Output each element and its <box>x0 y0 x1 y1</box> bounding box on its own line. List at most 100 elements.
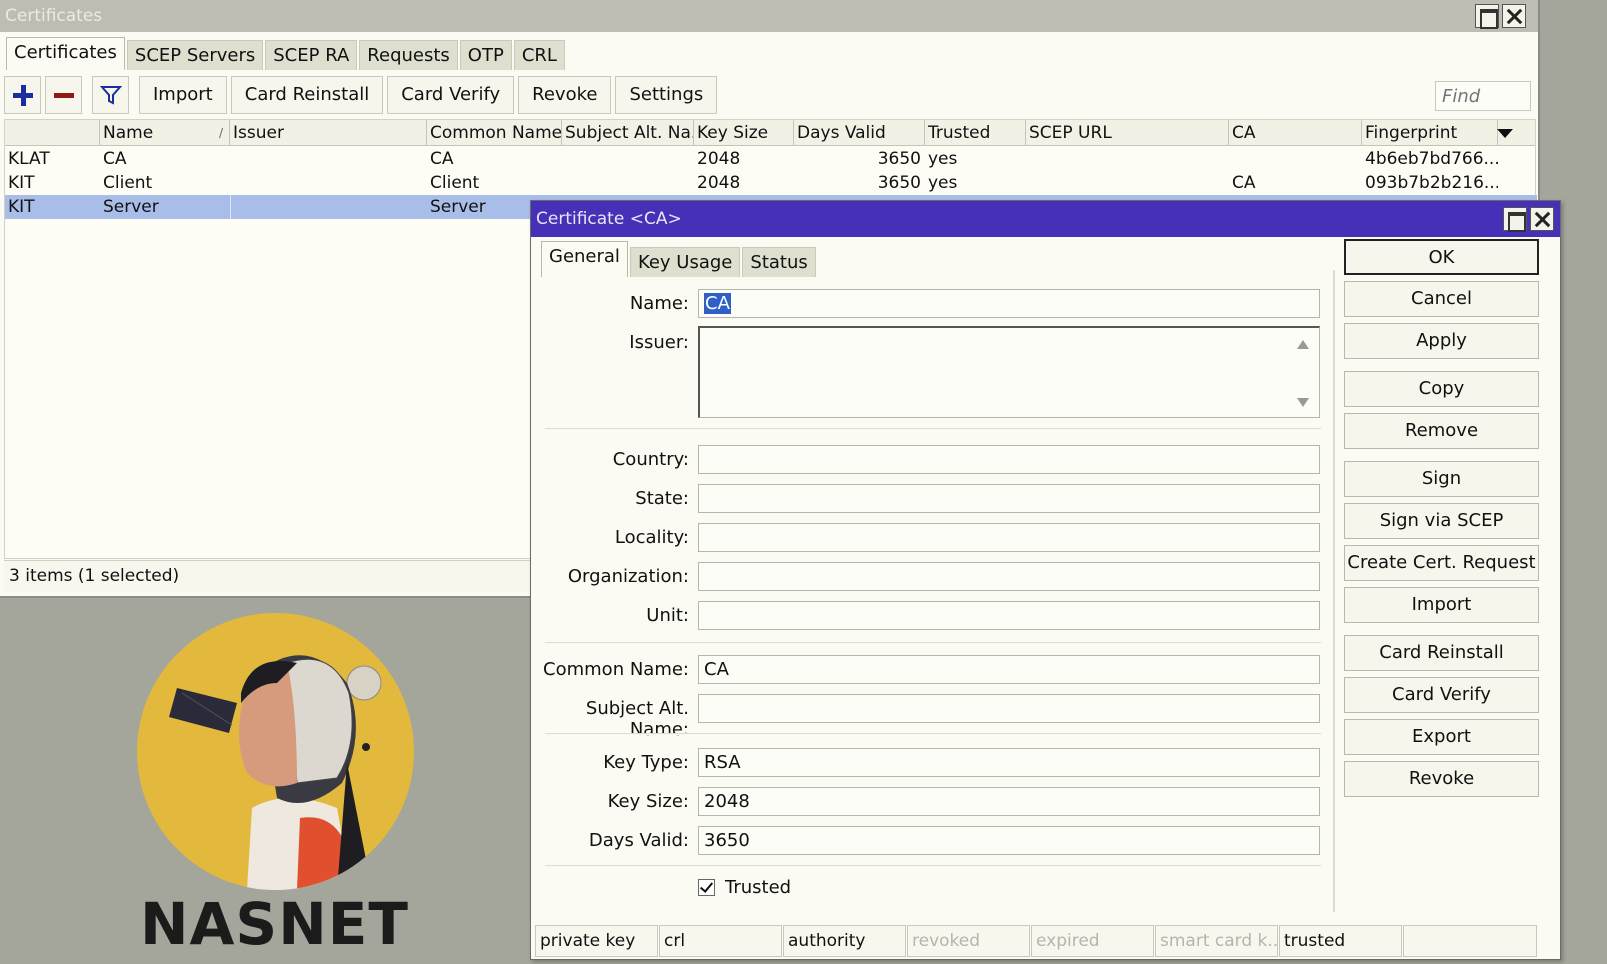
divider <box>545 733 1321 735</box>
column-ca[interactable]: CA <box>1229 120 1362 146</box>
flag-trusted: trusted <box>1279 925 1402 957</box>
close-icon[interactable] <box>1530 207 1554 231</box>
divider <box>545 428 1321 430</box>
cell-san <box>562 171 694 195</box>
column-scep-url[interactable]: SCEP URL <box>1026 120 1229 146</box>
logo-text: NASNET <box>140 890 409 958</box>
days-valid-field[interactable]: 3650 <box>698 826 1320 855</box>
column-subject-alt-name[interactable]: Subject Alt. Na... <box>562 120 694 146</box>
name-field[interactable]: CA <box>698 289 1320 318</box>
card-reinstall-button[interactable]: Card Reinstall <box>1344 635 1539 671</box>
import-button[interactable]: Import <box>139 76 227 114</box>
cancel-button[interactable]: Cancel <box>1344 281 1539 317</box>
dialog-titlebar[interactable]: Certificate <CA> <box>531 201 1560 237</box>
tab-scep-servers[interactable]: SCEP Servers <box>126 40 264 70</box>
minus-icon[interactable] <box>45 76 82 114</box>
column-name-label: Name <box>103 123 154 143</box>
column-days-valid[interactable]: Days Valid <box>794 120 925 146</box>
column-issuer[interactable]: Issuer <box>230 120 427 146</box>
table-row[interactable]: KIT Client Client 2048 3650 yes CA 093b7… <box>5 171 1537 195</box>
table-header: Name / Issuer Common Name Subject Alt. Na… <box>5 120 1535 146</box>
find-input[interactable] <box>1435 81 1531 111</box>
toolbar: Import Card Reinstall Card Verify Revoke… <box>4 76 718 114</box>
key-type-select[interactable]: RSA <box>698 748 1320 777</box>
column-flags[interactable] <box>5 120 100 146</box>
tab-requests[interactable]: Requests <box>359 40 458 70</box>
cell-trusted: yes <box>928 149 958 169</box>
ok-button[interactable]: OK <box>1344 239 1539 275</box>
cell-name: CA <box>103 149 127 169</box>
cell-flags: KLAT <box>8 149 50 169</box>
tab-otp[interactable]: OTP <box>459 40 512 70</box>
column-common-name[interactable]: Common Name <box>427 120 562 146</box>
locality-label: Locality: <box>614 527 689 548</box>
close-icon[interactable] <box>1502 4 1526 28</box>
unit-field[interactable] <box>698 601 1320 630</box>
cell-fingerprint: 093b7b2b216... <box>1365 173 1498 193</box>
revoke-button[interactable]: Revoke <box>518 76 612 114</box>
cell-scep-url <box>1026 171 1229 195</box>
table-row[interactable]: KLAT CA CA 2048 3650 yes 4b6eb7bd766... <box>5 147 1537 171</box>
divider <box>545 865 1321 867</box>
filter-icon[interactable] <box>92 76 129 114</box>
revoke-button[interactable]: Revoke <box>1344 761 1539 797</box>
tab-status[interactable]: Status <box>742 247 816 277</box>
key-size-label: Key Size: <box>607 791 689 812</box>
cell-issuer <box>230 171 427 195</box>
state-field[interactable] <box>698 484 1320 513</box>
cell-key-size: 2048 <box>697 149 741 169</box>
cell-ca: CA <box>1232 173 1256 193</box>
tab-certificates[interactable]: Certificates <box>6 37 125 70</box>
column-trusted[interactable]: Trusted <box>925 120 1026 146</box>
divider <box>1333 270 1335 912</box>
cell-days-valid: 3650 <box>877 173 921 193</box>
organization-field[interactable] <box>698 562 1320 591</box>
create-cert-request-button[interactable]: Create Cert. Request <box>1344 545 1539 581</box>
days-valid-label: Days Valid: <box>588 830 689 851</box>
settings-button[interactable]: Settings <box>615 76 718 114</box>
country-field[interactable] <box>698 445 1320 474</box>
cell-flags: KIT <box>8 173 35 193</box>
cell-ca <box>1229 147 1362 171</box>
export-button[interactable]: Export <box>1344 719 1539 755</box>
issuer-field[interactable] <box>698 326 1320 418</box>
tab-crl[interactable]: CRL <box>513 40 565 70</box>
sign-via-scep-button[interactable]: Sign via SCEP <box>1344 503 1539 539</box>
subject-alt-name-field[interactable] <box>698 694 1320 723</box>
plus-icon[interactable] <box>4 76 41 114</box>
cell-name: Client <box>103 173 153 193</box>
column-key-size[interactable]: Key Size <box>694 120 794 146</box>
apply-button[interactable]: Apply <box>1344 323 1539 359</box>
card-verify-button[interactable]: Card Verify <box>1344 677 1539 713</box>
state-label: State: <box>635 488 689 509</box>
column-chooser-icon[interactable] <box>1497 129 1513 138</box>
common-name-field[interactable]: CA <box>698 655 1320 684</box>
cell-trusted: yes <box>928 173 958 193</box>
remove-button[interactable]: Remove <box>1344 413 1539 449</box>
card-verify-button[interactable]: Card Verify <box>387 76 515 114</box>
copy-button[interactable]: Copy <box>1344 371 1539 407</box>
cell-fingerprint: 4b6eb7bd766... <box>1365 149 1498 169</box>
scroll-up-icon[interactable] <box>1297 340 1309 349</box>
import-button[interactable]: Import <box>1344 587 1539 623</box>
certificates-titlebar[interactable]: Certificates <box>0 0 1538 32</box>
locality-field[interactable] <box>698 523 1320 552</box>
sign-button[interactable]: Sign <box>1344 461 1539 497</box>
country-label: Country: <box>612 449 689 470</box>
tab-key-usage[interactable]: Key Usage <box>629 247 741 277</box>
scroll-down-icon[interactable] <box>1297 398 1309 407</box>
maximize-icon[interactable] <box>1475 4 1499 29</box>
cell-issuer <box>230 147 427 171</box>
key-size-select[interactable]: 2048 <box>698 787 1320 816</box>
tab-scep-ra[interactable]: SCEP RA <box>265 40 358 70</box>
cell-name: Server <box>103 197 159 217</box>
tab-general[interactable]: General <box>541 241 628 277</box>
trusted-checkbox[interactable] <box>698 879 715 896</box>
maximize-icon[interactable] <box>1503 207 1527 232</box>
issuer-label: Issuer: <box>629 332 689 353</box>
card-reinstall-button[interactable]: Card Reinstall <box>230 76 384 114</box>
column-name[interactable]: Name / <box>100 120 230 146</box>
organization-label: Organization: <box>567 566 689 587</box>
column-fingerprint[interactable]: Fingerprint <box>1362 120 1498 146</box>
certificate-dialog: Certificate <CA> General Key Usage Statu… <box>530 200 1561 960</box>
